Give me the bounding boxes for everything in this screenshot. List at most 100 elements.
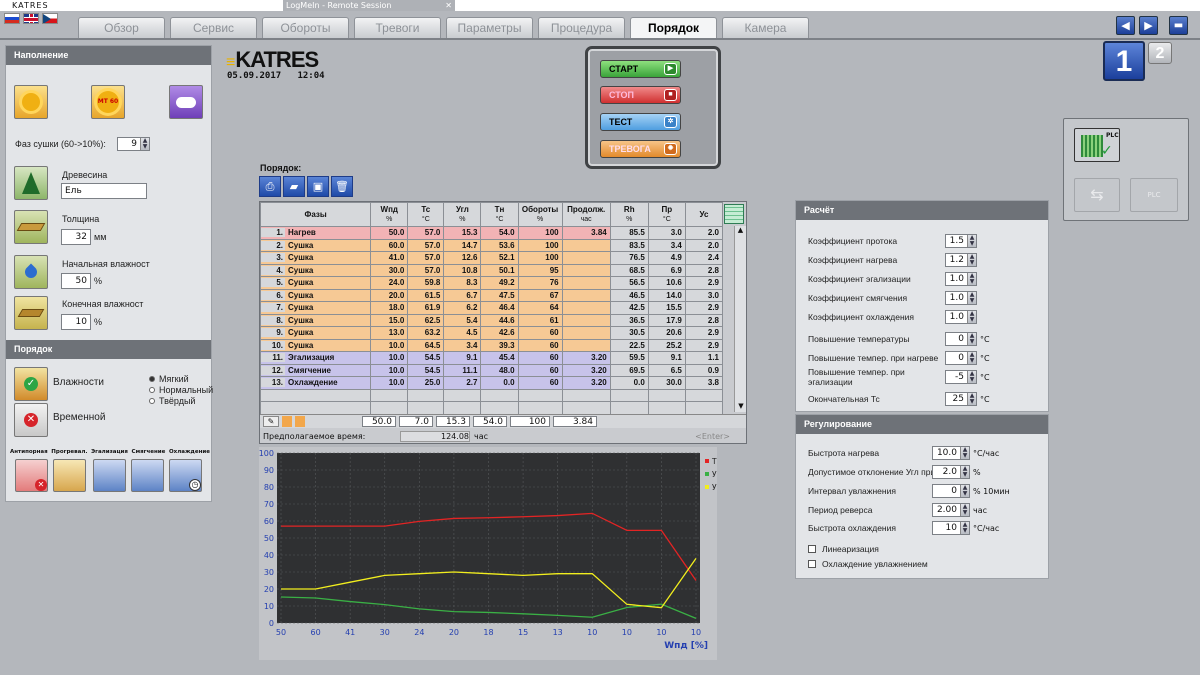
cell-phase[interactable]: 9. Сушка [259, 326, 372, 340]
table-scrollbar[interactable]: ▲ ▼ [734, 226, 746, 412]
cell-tn[interactable]: 46.4 [480, 301, 519, 315]
cell-tn[interactable]: 53.6 [480, 238, 519, 252]
close-icon[interactable]: ✕ [445, 0, 452, 11]
cell-tn[interactable]: 54.0 [480, 226, 519, 240]
table-row[interactable]: 1. Нагрев 50.0 57.0 15.3 54.0 100 3.84 85.5 3.0 2.… [259, 226, 724, 240]
empty-cell[interactable] [561, 401, 611, 415]
table-row[interactable]: 7. Сушка 18.0 61.9 6.2 46.4 64 42.5 15.5 2.9 [259, 301, 724, 315]
final-moisture-input[interactable]: 10 [61, 314, 91, 330]
stepper-arrows-icon[interactable]: ▲ ▼ [967, 333, 976, 345]
drying-phase-stepper[interactable]: 9 ▲ ▼ [117, 137, 150, 151]
edit-rpm-field[interactable]: 100 [510, 416, 550, 427]
cell-pr[interactable]: 25.2 [647, 338, 686, 352]
cell-w[interactable]: 18.0 [370, 301, 409, 315]
cell-dur[interactable] [561, 251, 611, 265]
empty-cell[interactable] [684, 401, 724, 415]
cell-rh[interactable]: 85.5 [609, 226, 649, 240]
stepper-arrows-icon[interactable]: ▲ ▼ [967, 371, 976, 383]
cell-pr[interactable]: 10.6 [647, 276, 686, 290]
table-row[interactable]: 12. Смягчение 10.0 54.5 11.1 48.0 60 3.20 69.5 6.… [259, 363, 724, 377]
cell-rh[interactable]: 42.5 [609, 301, 649, 315]
cell-w[interactable]: 10.0 [370, 338, 409, 352]
cell-ugl[interactable]: 11.1 [443, 363, 482, 377]
edit-w-field[interactable]: 50.0 [362, 416, 396, 427]
cell-rh[interactable]: 46.5 [609, 288, 649, 302]
cell-tc[interactable]: 64.5 [407, 338, 445, 352]
regulation-stepper[interactable]: 2.0 ▲ ▼ [932, 465, 970, 479]
cell-phase[interactable]: 2. Сушка [259, 238, 372, 252]
stepper-arrows-icon[interactable]: ▲ ▼ [960, 522, 969, 534]
flag-uk-icon[interactable] [23, 13, 39, 24]
remote-session-bar[interactable]: LogMeIn - Remote Session ✕ [283, 0, 455, 11]
cell-tn[interactable]: 45.4 [480, 351, 519, 365]
stepper-arrows-icon[interactable]: ▲ ▼ [967, 393, 976, 405]
equalize-phase-icon[interactable] [93, 459, 126, 492]
stepper-arrows-icon[interactable]: ▲ ▼ [960, 504, 969, 516]
cell-pr[interactable]: 14.0 [647, 288, 686, 302]
save-icon[interactable]: ▣ [307, 176, 329, 197]
empty-cell[interactable] [517, 401, 563, 415]
cell-tc[interactable]: 61.9 [407, 301, 445, 315]
regulation-stepper[interactable]: 10 ▲ ▼ [932, 521, 970, 535]
tab-alarms[interactable]: Тревоги [354, 17, 441, 38]
cell-tc[interactable]: 57.0 [407, 226, 445, 240]
cell-tc[interactable]: 59.8 [407, 276, 445, 290]
cell-us[interactable]: 3.0 [684, 288, 724, 302]
cell-w[interactable]: 50.0 [370, 226, 409, 240]
cell-phase[interactable]: 8. Сушка [259, 313, 372, 327]
cell-pr[interactable]: 30.0 [647, 376, 686, 390]
cell-us[interactable]: 2.9 [684, 326, 724, 340]
regulation-stepper[interactable]: 10.0 ▲ ▼ [932, 446, 970, 460]
cell-rh[interactable]: 69.5 [609, 363, 649, 377]
table-row[interactable]: 10. Сушка 10.0 64.5 3.4 39.3 60 22.5 25.2 2.9 [259, 338, 724, 352]
calc-stepper[interactable]: 1.2 ▲ ▼ [945, 253, 977, 267]
calc-stepper[interactable]: 1.0 ▲ ▼ [945, 291, 977, 305]
empty-cell[interactable] [480, 401, 519, 415]
cell-w[interactable]: 13.0 [370, 326, 409, 340]
cell-pr[interactable]: 3.0 [647, 226, 686, 240]
cell-ugl[interactable]: 6.7 [443, 288, 482, 302]
cell-dur[interactable]: 3.20 [561, 376, 611, 390]
cell-tn[interactable]: 44.6 [480, 313, 519, 327]
flag-ru-icon[interactable] [4, 13, 20, 24]
open-folder-icon[interactable]: ▰ [283, 176, 305, 197]
thickness-board-icon[interactable] [14, 210, 48, 244]
cell-w[interactable]: 15.0 [370, 313, 409, 327]
cell-dur[interactable] [561, 338, 611, 352]
tab-parameters[interactable]: Параметры [446, 17, 533, 38]
plc-reset-icon[interactable]: PLC [1130, 178, 1178, 212]
cool-phase-icon[interactable]: ◷ [169, 459, 202, 492]
cell-dur[interactable] [561, 313, 611, 327]
cell-tc[interactable]: 57.0 [407, 263, 445, 277]
cell-ob[interactable]: 60 [517, 338, 563, 352]
cell-phase[interactable]: 12. Смягчение [259, 363, 372, 377]
prev-arrow-icon[interactable]: ◀ [1116, 16, 1135, 35]
cell-ugl[interactable]: 2.7 [443, 376, 482, 390]
empty-cell[interactable] [480, 388, 519, 402]
cell-w[interactable]: 24.0 [370, 276, 409, 290]
alarm-button[interactable]: ТРЕВОГА ✹ [600, 140, 681, 158]
by-time-icon[interactable]: ✕ [14, 403, 48, 437]
cell-dur[interactable] [561, 263, 611, 277]
test-button[interactable]: ТЕСТ ✲ [600, 113, 681, 131]
cell-ugl[interactable]: 10.8 [443, 263, 482, 277]
cell-dur[interactable] [561, 238, 611, 252]
edit-delete-icon[interactable] [295, 416, 305, 427]
cell-ugl[interactable]: 9.1 [443, 351, 482, 365]
cell-ugl[interactable]: 15.3 [443, 226, 482, 240]
print-icon[interactable]: ⎙ [259, 176, 281, 197]
cell-tc[interactable]: 57.0 [407, 251, 445, 265]
cell-tc[interactable]: 61.5 [407, 288, 445, 302]
empty-cell[interactable] [561, 388, 611, 402]
cell-us[interactable]: 2.8 [684, 313, 724, 327]
checkbox-icon[interactable] [808, 545, 816, 553]
regulation-stepper[interactable]: 0 ▲ ▼ [932, 484, 970, 498]
cell-ob[interactable]: 95 [517, 263, 563, 277]
empty-table-row[interactable] [259, 388, 724, 402]
cell-tc[interactable]: 25.0 [407, 376, 445, 390]
preheat-phase-icon[interactable] [53, 459, 86, 492]
empty-cell[interactable] [609, 401, 649, 415]
empty-cell[interactable] [647, 388, 686, 402]
start-button[interactable]: СТАРТ ▶ [600, 60, 681, 78]
cell-dur[interactable] [561, 301, 611, 315]
